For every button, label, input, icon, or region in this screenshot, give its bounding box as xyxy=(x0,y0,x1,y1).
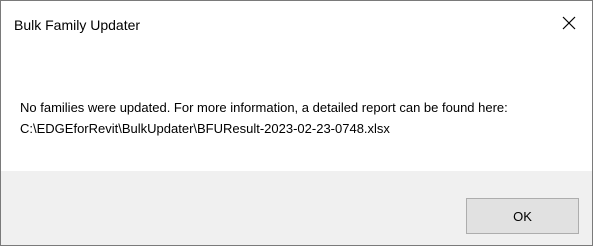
close-button[interactable] xyxy=(546,1,592,45)
title-bar: Bulk Family Updater xyxy=(1,1,592,45)
ok-button[interactable]: OK xyxy=(466,198,579,234)
close-icon xyxy=(562,16,576,30)
dialog-title: Bulk Family Updater xyxy=(14,17,141,33)
message-dialog: Bulk Family Updater No families were upd… xyxy=(0,0,593,246)
dialog-message: No families were updated. For more infor… xyxy=(20,100,508,136)
dialog-content: No families were updated. For more infor… xyxy=(1,45,592,171)
dialog-footer: OK xyxy=(1,171,592,245)
